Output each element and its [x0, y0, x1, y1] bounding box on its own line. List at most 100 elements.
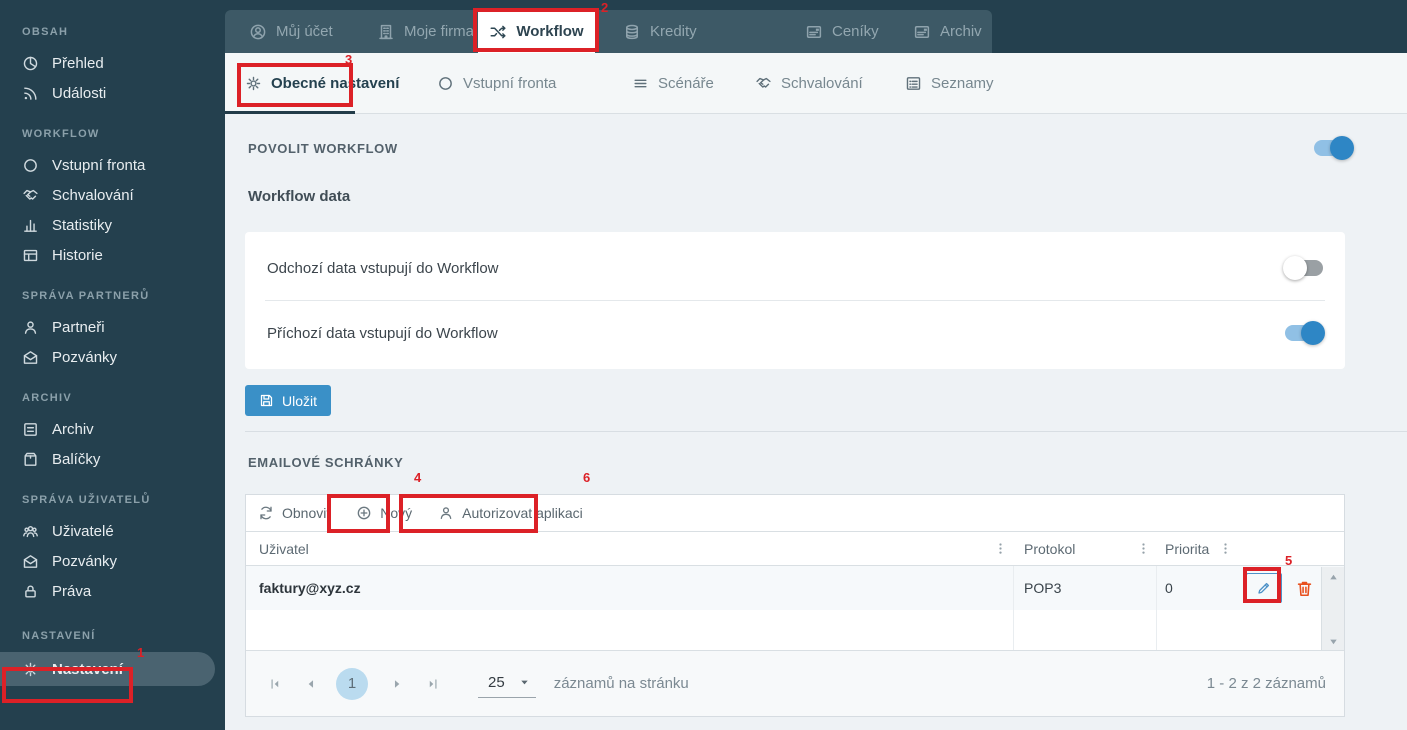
- topbar: Můj účet Moje firma Workflow Kredity Cen…: [225, 0, 1407, 53]
- setting-row-odchozi: Odchozí data vstupují do Workflow: [245, 236, 1345, 300]
- lock-icon: [22, 583, 39, 600]
- grid-toolbar: Obnovit Nový Autorizovat aplikaci: [246, 495, 1344, 532]
- sidebar-item-label: Práva: [52, 583, 91, 600]
- toggle-knob: [1330, 136, 1354, 160]
- prev-page-button[interactable]: [304, 677, 318, 691]
- scroll-up-icon[interactable]: [1328, 572, 1339, 583]
- subtab-schvalovani[interactable]: Schvalování: [755, 53, 863, 113]
- page-number-button[interactable]: 1: [336, 668, 368, 700]
- sidebar-item-uzivatele[interactable]: Uživatelé: [0, 516, 225, 546]
- povolit-workflow-toggle[interactable]: [1314, 140, 1352, 156]
- tab-ceniky[interactable]: Ceníky: [795, 10, 889, 53]
- mailboxes-grid: Obnovit Nový Autorizovat aplikaci Uživat…: [245, 494, 1345, 717]
- sidebar: OBSAH Přehled Události WORKFLOW Vstupní …: [0, 0, 225, 730]
- scroll-down-icon[interactable]: [1328, 636, 1339, 647]
- active-tab-underline: [225, 111, 355, 114]
- sidebar-item-prehled[interactable]: Přehled: [0, 48, 225, 78]
- workflow-data-title: Workflow data: [248, 188, 350, 205]
- building-icon: [377, 23, 395, 41]
- bar-chart-icon: [22, 217, 39, 234]
- users-icon: [22, 523, 39, 540]
- authorize-app-button[interactable]: Autorizovat aplikaci: [438, 505, 583, 521]
- tab-label: Kredity: [650, 23, 697, 40]
- next-page-button[interactable]: [390, 677, 404, 691]
- page-size-select[interactable]: 25: [478, 670, 536, 698]
- next-page-icon: [390, 677, 404, 691]
- archive-icon: [22, 421, 39, 438]
- sidebar-item-archiv[interactable]: Archiv: [0, 414, 225, 444]
- sidebar-item-statistiky[interactable]: Statistiky: [0, 210, 225, 240]
- povolit-workflow-label: POVOLIT WORKFLOW: [248, 141, 398, 156]
- tab-moje-firma[interactable]: Moje firma: [367, 10, 484, 53]
- pencil-icon: [1256, 580, 1272, 596]
- tab-label: Moje firma: [404, 23, 474, 40]
- sidebar-item-pozvanky-partneri[interactable]: Pozvánky: [0, 342, 225, 372]
- column-menu-icon[interactable]: [1218, 541, 1233, 556]
- column-menu-icon[interactable]: [993, 541, 1008, 556]
- sidebar-item-nastaveni[interactable]: Nastavení: [0, 652, 215, 686]
- tab-muj-ucet[interactable]: Můj účet: [239, 10, 343, 53]
- cell-priorita: 0: [1157, 566, 1239, 610]
- sidebar-section-obsah: OBSAH: [0, 26, 225, 38]
- column-menu-icon[interactable]: [1136, 541, 1151, 556]
- subtab-vstupni-fronta[interactable]: Vstupní fronta: [437, 53, 556, 113]
- card-icon: [913, 23, 931, 41]
- sidebar-section-nastaveni: NASTAVENÍ: [0, 630, 225, 642]
- circle-icon: [22, 157, 39, 174]
- first-page-button[interactable]: [268, 677, 282, 691]
- page-size-value: 25: [488, 674, 505, 691]
- last-page-button[interactable]: [426, 677, 440, 691]
- last-page-icon: [426, 677, 440, 691]
- subtab-scenare[interactable]: Scénáře: [632, 53, 714, 113]
- toggle-knob: [1283, 256, 1307, 280]
- tab-archiv[interactable]: Archiv: [903, 10, 992, 53]
- floppy-icon: [259, 393, 274, 408]
- odchozi-data-toggle[interactable]: [1285, 260, 1323, 276]
- sidebar-item-partneri[interactable]: Partneři: [0, 312, 225, 342]
- refresh-button[interactable]: Obnovit: [258, 505, 330, 521]
- sidebar-item-label: Statistiky: [52, 217, 112, 234]
- first-page-icon: [268, 677, 282, 691]
- trash-icon: [1295, 579, 1314, 598]
- tab-label: Workflow: [516, 23, 583, 40]
- handshake-icon: [755, 75, 772, 92]
- envelope-icon: [22, 553, 39, 570]
- section-divider: [245, 431, 1407, 432]
- handshake-icon: [22, 187, 39, 204]
- sidebar-item-pozvanky-uzivatele[interactable]: Pozvánky: [0, 546, 225, 576]
- table-row[interactable]: faktury@xyz.cz POP3 0: [246, 566, 1344, 610]
- sidebar-item-historie[interactable]: Historie: [0, 240, 225, 270]
- gear-icon: [245, 75, 262, 92]
- sidebar-item-label: Vstupní fronta: [52, 157, 145, 174]
- sidebar-item-udalosti[interactable]: Události: [0, 78, 225, 108]
- delete-button[interactable]: [1295, 579, 1314, 598]
- sidebar-section-sprava-partneru: SPRÁVA PARTNERŮ: [0, 290, 225, 302]
- main-content: POVOLIT WORKFLOW Workflow data Odchozí d…: [225, 114, 1407, 730]
- prichozi-data-toggle[interactable]: [1285, 325, 1323, 341]
- rss-icon: [22, 85, 39, 102]
- pagination-bar: 1 25 záznamů na stránku 1 - 2 z 2 záznam…: [246, 650, 1344, 716]
- mailboxes-title: EMAILOVÉ SCHRÁNKY: [248, 455, 403, 470]
- subtab-seznamy[interactable]: Seznamy: [905, 53, 994, 113]
- tab-kredity[interactable]: Kredity: [613, 10, 707, 53]
- page-size-label: záznamů na stránku: [554, 675, 689, 692]
- sidebar-item-vstupni-fronta[interactable]: Vstupní fronta: [0, 150, 225, 180]
- sidebar-item-prava[interactable]: Práva: [0, 576, 225, 606]
- toolbar-button-label: Autorizovat aplikaci: [462, 505, 583, 521]
- sidebar-item-schvalovani[interactable]: Schvalování: [0, 180, 225, 210]
- new-button[interactable]: Nový: [356, 505, 412, 521]
- list-icon: [905, 75, 922, 92]
- column-header-priorita: Priorita: [1157, 532, 1239, 565]
- save-button[interactable]: Uložit: [245, 385, 331, 416]
- sidebar-item-balicky[interactable]: Balíčky: [0, 444, 225, 474]
- table-scrollbar[interactable]: [1321, 567, 1344, 652]
- refresh-icon: [258, 505, 274, 521]
- setting-label: Příchozí data vstupují do Workflow: [267, 325, 498, 342]
- grid-header-row: Uživatel Protokol Priorita: [246, 532, 1344, 566]
- tab-workflow[interactable]: Workflow: [478, 10, 595, 53]
- subtab-obecne-nastaveni[interactable]: Obecné nastavení: [245, 53, 399, 113]
- shuffle-icon: [489, 23, 507, 41]
- column-header-uzivatel: Uživatel: [246, 532, 1014, 565]
- edit-button[interactable]: [1246, 573, 1282, 603]
- tab-label: Ceníky: [832, 23, 879, 40]
